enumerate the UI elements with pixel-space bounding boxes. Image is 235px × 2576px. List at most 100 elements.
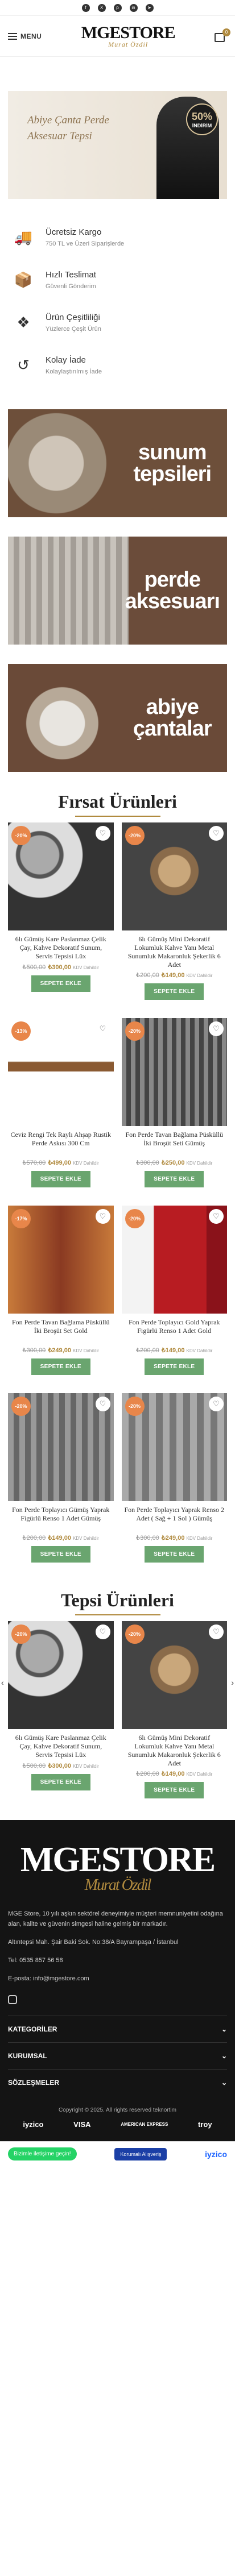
menu-button[interactable]: MENU — [8, 32, 42, 40]
social-bar: f X p in ➤ — [0, 0, 235, 16]
product-card[interactable]: -20% ♡ 6lı Gümüş Kare Paslanmaz Çelik Çay… — [8, 1621, 114, 1798]
flash-section-title: Fırsat Ürünleri — [0, 791, 235, 817]
product-image[interactable]: -20% ♡ — [121, 1393, 227, 1501]
accordion-contracts[interactable]: SÖZLEŞMELER ⌄ — [8, 2069, 227, 2096]
add-to-cart-button[interactable]: SEPETE EKLE — [145, 1171, 204, 1187]
chevron-right-icon[interactable]: › — [231, 1678, 234, 1687]
cart-button[interactable]: 0 — [214, 28, 230, 42]
product-name[interactable]: Fon Perde Tavan Bağlama Püsküllü İki Bro… — [122, 1131, 228, 1157]
discount-badge: -17% — [11, 1209, 31, 1228]
pinterest-icon[interactable]: p — [113, 3, 122, 12]
product-card[interactable]: -20% ♡ Fon Perde Toplayıcı Yaprak Renso 2… — [121, 1393, 228, 1563]
vat-note: KDV Dahildir — [186, 1161, 213, 1166]
banner-curtain[interactable]: perde aksesuarı — [8, 537, 227, 645]
chevron-left-icon[interactable]: ‹ — [1, 1678, 4, 1687]
add-to-cart-button[interactable]: SEPETE EKLE — [31, 1546, 90, 1563]
add-to-cart-button[interactable]: SEPETE EKLE — [31, 1171, 90, 1187]
product-image[interactable]: -20% ♡ — [8, 1621, 114, 1729]
add-to-cart-button[interactable]: SEPETE EKLE — [31, 1358, 90, 1375]
add-to-cart-button[interactable]: SEPETE EKLE — [145, 1546, 204, 1563]
product-name[interactable]: 6lı Gümüş Kare Paslanmaz Çelik Çay, Kahv… — [8, 935, 114, 961]
product-card[interactable]: -20% ♡ Fon Perde Toplayıcı Gümüş Yaprak F… — [8, 1393, 114, 1563]
feature-sub: Kolaylaştırılmış İade — [46, 368, 102, 375]
feature-item: ❖ Ürün Çeşitliliği Yüzlerce Çeşit Ürün — [14, 313, 221, 333]
title-underline — [75, 1614, 160, 1615]
new-price: ₺499,00 — [48, 1160, 71, 1166]
product-card[interactable]: -20% ♡ Fon Perde Tavan Bağlama Püsküllü İ… — [121, 1018, 228, 1187]
accordion-categories[interactable]: KATEGORİLER ⌄ — [8, 2016, 227, 2042]
linkedin-icon[interactable]: in — [129, 3, 138, 12]
section-title-text: Tepsi Ürünleri — [61, 1590, 174, 1610]
product-card[interactable]: -20% ♡ 6lı Gümüş Mini Dekoratif Lokumluk … — [121, 1621, 228, 1798]
feature-title: Ücretsiz Kargo — [46, 227, 102, 237]
product-card[interactable]: -20% ♡ Fon Perde Toplayıcı Gold Yaprak Fi… — [121, 1206, 228, 1375]
product-image[interactable]: -20% ♡ — [8, 822, 114, 930]
footer-phone[interactable]: Tel: 0535 857 56 58 — [8, 1955, 227, 1966]
x-icon[interactable]: X — [97, 3, 106, 12]
discount-badge: -13% — [11, 1021, 31, 1041]
heart-icon[interactable]: ♡ — [209, 1397, 224, 1411]
heart-icon[interactable]: ♡ — [95, 1397, 110, 1411]
site-footer: MGESTORE Murat Özdil MGE Store, 10 yılı … — [0, 1820, 235, 2141]
vat-note: KDV Dahildir — [186, 1772, 213, 1777]
heart-icon[interactable]: ♡ — [95, 826, 110, 841]
site-logo[interactable]: MGESTORE Murat Özdil — [81, 24, 176, 48]
telegram-icon[interactable]: ➤ — [145, 3, 154, 12]
heart-icon[interactable]: ♡ — [209, 1209, 224, 1224]
footer-email[interactable]: E-posta: info@mgestore.com — [8, 1973, 227, 1984]
feature-sub: Güvenli Gönderim — [46, 283, 96, 290]
heart-icon[interactable]: ♡ — [209, 826, 224, 841]
heart-icon[interactable]: ♡ — [209, 1624, 224, 1639]
add-to-cart-button[interactable]: SEPETE EKLE — [145, 983, 204, 1000]
chevron-down-icon: ⌄ — [221, 2052, 227, 2060]
accordion-corporate[interactable]: KURUMSAL ⌄ — [8, 2042, 227, 2069]
product-image[interactable]: -13% ♡ — [8, 1018, 114, 1126]
add-to-cart-button[interactable]: SEPETE EKLE — [145, 1782, 204, 1798]
product-card[interactable]: -13% ♡ Ceviz Rengi Tek Raylı Ahşap Rustik… — [8, 1018, 114, 1187]
variety-icon: ❖ — [17, 313, 30, 331]
banner-bags[interactable]: abiye çantalar — [8, 664, 227, 772]
footer-description: MGE Store, 10 yılı aşkın sektörel deneyi… — [8, 1910, 223, 1927]
features-list: 🚚 Ücretsiz Kargo 750 TL ve Üzeri Siparişl… — [0, 199, 235, 409]
footer-logo[interactable]: MGESTORE Murat Özdil — [8, 1840, 227, 1894]
discount-badge: -20% — [125, 1624, 145, 1644]
old-price: ₺500,00 — [22, 964, 46, 971]
product-name[interactable]: Fon Perde Toplayıcı Yaprak Renso 2 Adet … — [122, 1506, 228, 1532]
product-name[interactable]: Fon Perde Tavan Bağlama Püsküllü İki Bro… — [8, 1318, 114, 1344]
product-image[interactable]: -20% ♡ — [121, 1206, 227, 1314]
footer-logo-subtext: Murat Özdil — [84, 1876, 152, 1894]
product-image[interactable]: -17% ♡ — [8, 1206, 114, 1314]
add-to-cart-button[interactable]: SEPETE EKLE — [31, 1774, 90, 1790]
product-name[interactable]: 6lı Gümüş Mini Dekoratif Lokumluk Kahve … — [122, 935, 228, 969]
heart-icon[interactable]: ♡ — [95, 1021, 110, 1036]
discount-badge: -20% — [11, 1397, 31, 1416]
whatsapp-button[interactable]: Bizimle iletişime geçin! — [8, 2147, 77, 2160]
product-card[interactable]: -20% ♡ 6lı Gümüş Kare Paslanmaz Çelik Çay… — [8, 822, 114, 1000]
product-card[interactable]: -17% ♡ Fon Perde Tavan Bağlama Püsküllü İ… — [8, 1206, 114, 1375]
hero-banner[interactable]: Abiye Çanta Perde Aksesuar Tepsi 50% İND… — [8, 91, 227, 199]
facebook-icon[interactable]: f — [81, 3, 90, 12]
footer-logo-text: MGESTORE — [20, 1840, 216, 1879]
heart-icon[interactable]: ♡ — [95, 1209, 110, 1224]
heart-icon[interactable]: ♡ — [95, 1624, 110, 1639]
add-to-cart-button[interactable]: SEPETE EKLE — [145, 1358, 204, 1375]
instagram-icon[interactable] — [8, 1995, 17, 2004]
product-image[interactable]: -20% ♡ — [121, 1018, 227, 1126]
product-image[interactable]: -20% ♡ — [121, 822, 227, 930]
product-name[interactable]: Fon Perde Toplayıcı Gümüş Yaprak Figürlü… — [8, 1506, 114, 1532]
product-name[interactable]: Ceviz Rengi Tek Raylı Ahşap Rustik Perde… — [8, 1131, 114, 1157]
product-name[interactable]: Fon Perde Toplayıcı Gold Yaprak Figürlü … — [122, 1318, 228, 1344]
product-image[interactable]: -20% ♡ — [121, 1621, 227, 1729]
heart-icon[interactable]: ♡ — [209, 1021, 224, 1036]
badge-sub: İNDİRİM — [192, 122, 212, 128]
product-name[interactable]: 6lı Gümüş Mini Dekoratif Lokumluk Kahve … — [122, 1734, 228, 1768]
product-image[interactable]: -20% ♡ — [8, 1393, 114, 1501]
product-card[interactable]: -20% ♡ 6lı Gümüş Mini Dekoratif Lokumluk … — [121, 822, 228, 1000]
add-to-cart-button[interactable]: SEPETE EKLE — [31, 975, 90, 992]
footer-address: Altıntepsi Mah. Şair Baki Sok. No:38/A B… — [8, 1939, 179, 1946]
product-price: ₺200,00 ₺149,00 KDV Dahildir — [23, 1534, 99, 1542]
product-name[interactable]: 6lı Gümüş Kare Paslanmaz Çelik Çay, Kahv… — [8, 1734, 114, 1760]
old-price: ₺300,00 — [136, 1535, 159, 1542]
banner-trays[interactable]: sunum tepsileri — [8, 409, 227, 517]
vat-note: KDV Dahildir — [73, 965, 99, 970]
